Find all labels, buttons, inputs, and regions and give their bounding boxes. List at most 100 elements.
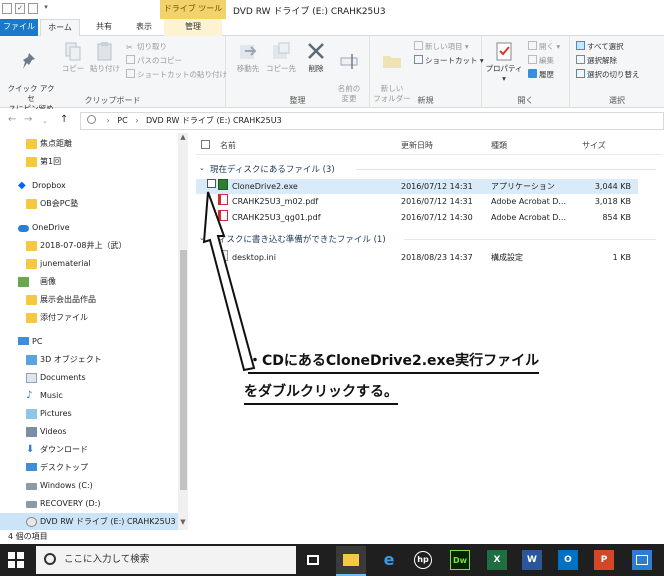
- move-to-button[interactable]: 移動先: [232, 40, 264, 74]
- column-header-divider: [196, 154, 662, 155]
- history-button[interactable]: 履歴: [528, 69, 554, 80]
- organize-group: 移動先 コピー先 削除 名前の 変更 整理: [226, 36, 370, 108]
- sidebar-item-music[interactable]: ♪ Music: [0, 387, 178, 405]
- select-all-button[interactable]: すべて選択: [576, 41, 624, 52]
- up-arrow-icon[interactable]: ↑: [60, 114, 68, 125]
- item-count: 4 個の項目: [8, 532, 48, 541]
- sidebar-item-dvd-drive[interactable]: DVD RW ドライブ (E:) CRAHK25U3: [0, 513, 178, 531]
- word-icon[interactable]: W: [522, 550, 542, 570]
- paste-shortcut-button[interactable]: ショートカットの貼り付け: [126, 69, 227, 80]
- select-all-icon: [576, 41, 585, 50]
- excel-icon[interactable]: X: [487, 550, 507, 570]
- paste-button[interactable]: 貼り付け: [88, 40, 122, 74]
- invert-selection-button[interactable]: 選択の切り替え: [576, 69, 640, 80]
- photos-icon[interactable]: [632, 550, 652, 570]
- sidebar-item-pc[interactable]: PC: [0, 333, 178, 351]
- copy-to-icon: [273, 42, 290, 59]
- sidebar-item-3d-objects[interactable]: 3D オブジェクト: [0, 351, 178, 369]
- clipboard-group: クイック アクセ スにピン留め コピー 貼り付け ✂切り取り パスのコピー ショ…: [0, 36, 227, 113]
- desktop-icon: [26, 463, 37, 471]
- open-button[interactable]: 開く ▾: [528, 41, 560, 52]
- select-all-checkbox[interactable]: [201, 140, 210, 149]
- sidebar-item-recovery-d[interactable]: RECOVERY (D:): [0, 495, 178, 513]
- shortcut-button[interactable]: ショートカット ▾: [414, 55, 484, 66]
- group-divider: [356, 169, 656, 170]
- sidebar-item-ob-pc[interactable]: OB会PC塾: [0, 195, 178, 213]
- breadcrumb-chevron-icon: ›: [135, 116, 139, 125]
- shortcut-paste-icon: [126, 69, 135, 78]
- cut-button[interactable]: ✂ 切り取り: [126, 41, 167, 52]
- breadcrumb-pc[interactable]: PC: [117, 116, 127, 125]
- scroll-down-icon[interactable]: ▼: [178, 518, 188, 528]
- title-bar: ✓ ▾ ドライブ ツール DVD RW ドライブ (E:) CRAHK25U3: [0, 0, 664, 19]
- sidebar-item-desktop[interactable]: デスクトップ: [0, 459, 178, 477]
- qat-dropdown-icon[interactable]: ▾: [41, 3, 51, 14]
- file-modified: 2018/08/23 14:37: [401, 253, 473, 262]
- delete-button[interactable]: 削除: [302, 40, 330, 74]
- group-divider: [404, 239, 656, 240]
- file-size: 3,044 KB: [594, 182, 631, 191]
- recent-locations-chevron-icon[interactable]: ⌄: [42, 117, 48, 125]
- copy-to-button[interactable]: コピー先: [264, 40, 298, 74]
- folder-icon: [26, 259, 37, 269]
- outlook-icon[interactable]: O: [558, 550, 578, 570]
- back-arrow-icon[interactable]: ←: [8, 114, 16, 125]
- edit-button[interactable]: 編集: [528, 55, 554, 66]
- column-header-name[interactable]: 名前: [220, 140, 236, 151]
- tab-share[interactable]: 共有: [84, 19, 124, 36]
- file-size: 854 KB: [602, 213, 631, 222]
- taskbar-search-box[interactable]: ここに入力して検索: [36, 546, 296, 574]
- windows-start-icon[interactable]: [8, 552, 24, 568]
- sidebar-item-attachments[interactable]: 添付ファイル: [0, 309, 178, 327]
- properties-button[interactable]: プロパティ ▾: [484, 40, 524, 84]
- sidebar-item-inoue-folder[interactable]: 2018-07-08井上（武）: [0, 237, 178, 255]
- sidebar-item-onedrive[interactable]: OneDrive: [0, 219, 178, 237]
- select-none-button[interactable]: 選択解除: [576, 55, 617, 66]
- tab-manage[interactable]: 管理: [164, 19, 222, 36]
- group-title-current-files[interactable]: 現在ディスクにあるファイル (3): [210, 163, 335, 175]
- sidebar-item-images[interactable]: 画像: [0, 273, 178, 291]
- sidebar-item-junematerial[interactable]: junematerial: [0, 255, 178, 273]
- address-bar[interactable]: › PC › DVD RW ドライブ (E:) CRAHK25U3: [80, 112, 664, 130]
- sidebar-item-videos[interactable]: Videos: [0, 423, 178, 441]
- column-header-modified[interactable]: 更新日時: [401, 140, 433, 151]
- picture-icon: [26, 409, 37, 419]
- column-header-type[interactable]: 種類: [491, 140, 507, 151]
- forward-arrow-icon[interactable]: →: [24, 114, 32, 125]
- powerpoint-icon[interactable]: P: [594, 550, 614, 570]
- tab-view[interactable]: 表示: [124, 19, 164, 36]
- tab-home[interactable]: ホーム: [40, 19, 80, 36]
- dreamweaver-icon[interactable]: Dw: [450, 550, 470, 570]
- file-explorer-taskbar-icon[interactable]: [341, 550, 361, 570]
- group-collapse-chevron-icon[interactable]: ⌄: [199, 164, 205, 172]
- task-view-icon[interactable]: [303, 550, 323, 570]
- sidebar-item-focal-length[interactable]: 焦点距離: [0, 135, 178, 153]
- sidebar-item-documents[interactable]: Documents: [0, 369, 178, 387]
- sidebar-scroll-thumb[interactable]: [180, 250, 187, 490]
- history-icon: [528, 69, 537, 78]
- new-folder-qat-icon[interactable]: [28, 3, 38, 14]
- edge-browser-icon[interactable]: e: [379, 550, 399, 570]
- sidebar-item-dropbox[interactable]: ◆ Dropbox: [0, 177, 178, 195]
- column-header-size[interactable]: サイズ: [582, 140, 606, 151]
- search-icon: [44, 553, 56, 565]
- file-modified: 2016/07/12 14:31: [401, 197, 473, 206]
- new-item-button[interactable]: 新しい項目 ▾: [414, 41, 469, 52]
- file-type: Adobe Acrobat D...: [491, 213, 567, 222]
- quick-access-toolbar: ✓ ▾: [2, 3, 51, 14]
- file-type: Adobe Acrobat D...: [491, 197, 567, 206]
- breadcrumb-dvd-drive[interactable]: DVD RW ドライブ (E:) CRAHK25U3: [146, 116, 282, 125]
- sidebar-item-pictures[interactable]: Pictures: [0, 405, 178, 423]
- hp-icon[interactable]: hp: [413, 550, 433, 570]
- copy-button[interactable]: コピー: [60, 40, 86, 74]
- sidebar-item-windows-c[interactable]: Windows (C:): [0, 477, 178, 495]
- properties-qat-icon[interactable]: ✓: [15, 3, 25, 14]
- tab-file[interactable]: ファイル: [0, 19, 38, 36]
- music-note-icon: ♪: [26, 390, 33, 401]
- scroll-up-icon[interactable]: ▲: [178, 133, 188, 143]
- sidebar-item-exhibition[interactable]: 展示会出品作品: [0, 291, 178, 309]
- sidebar-item-session-1[interactable]: 第1回: [0, 153, 178, 171]
- copy-path-button[interactable]: パスのコピー: [126, 55, 182, 66]
- ribbon-tabs: ファイル ホーム 共有 表示 管理: [0, 19, 664, 36]
- sidebar-item-downloads[interactable]: ⬇ ダウンロード: [0, 441, 178, 459]
